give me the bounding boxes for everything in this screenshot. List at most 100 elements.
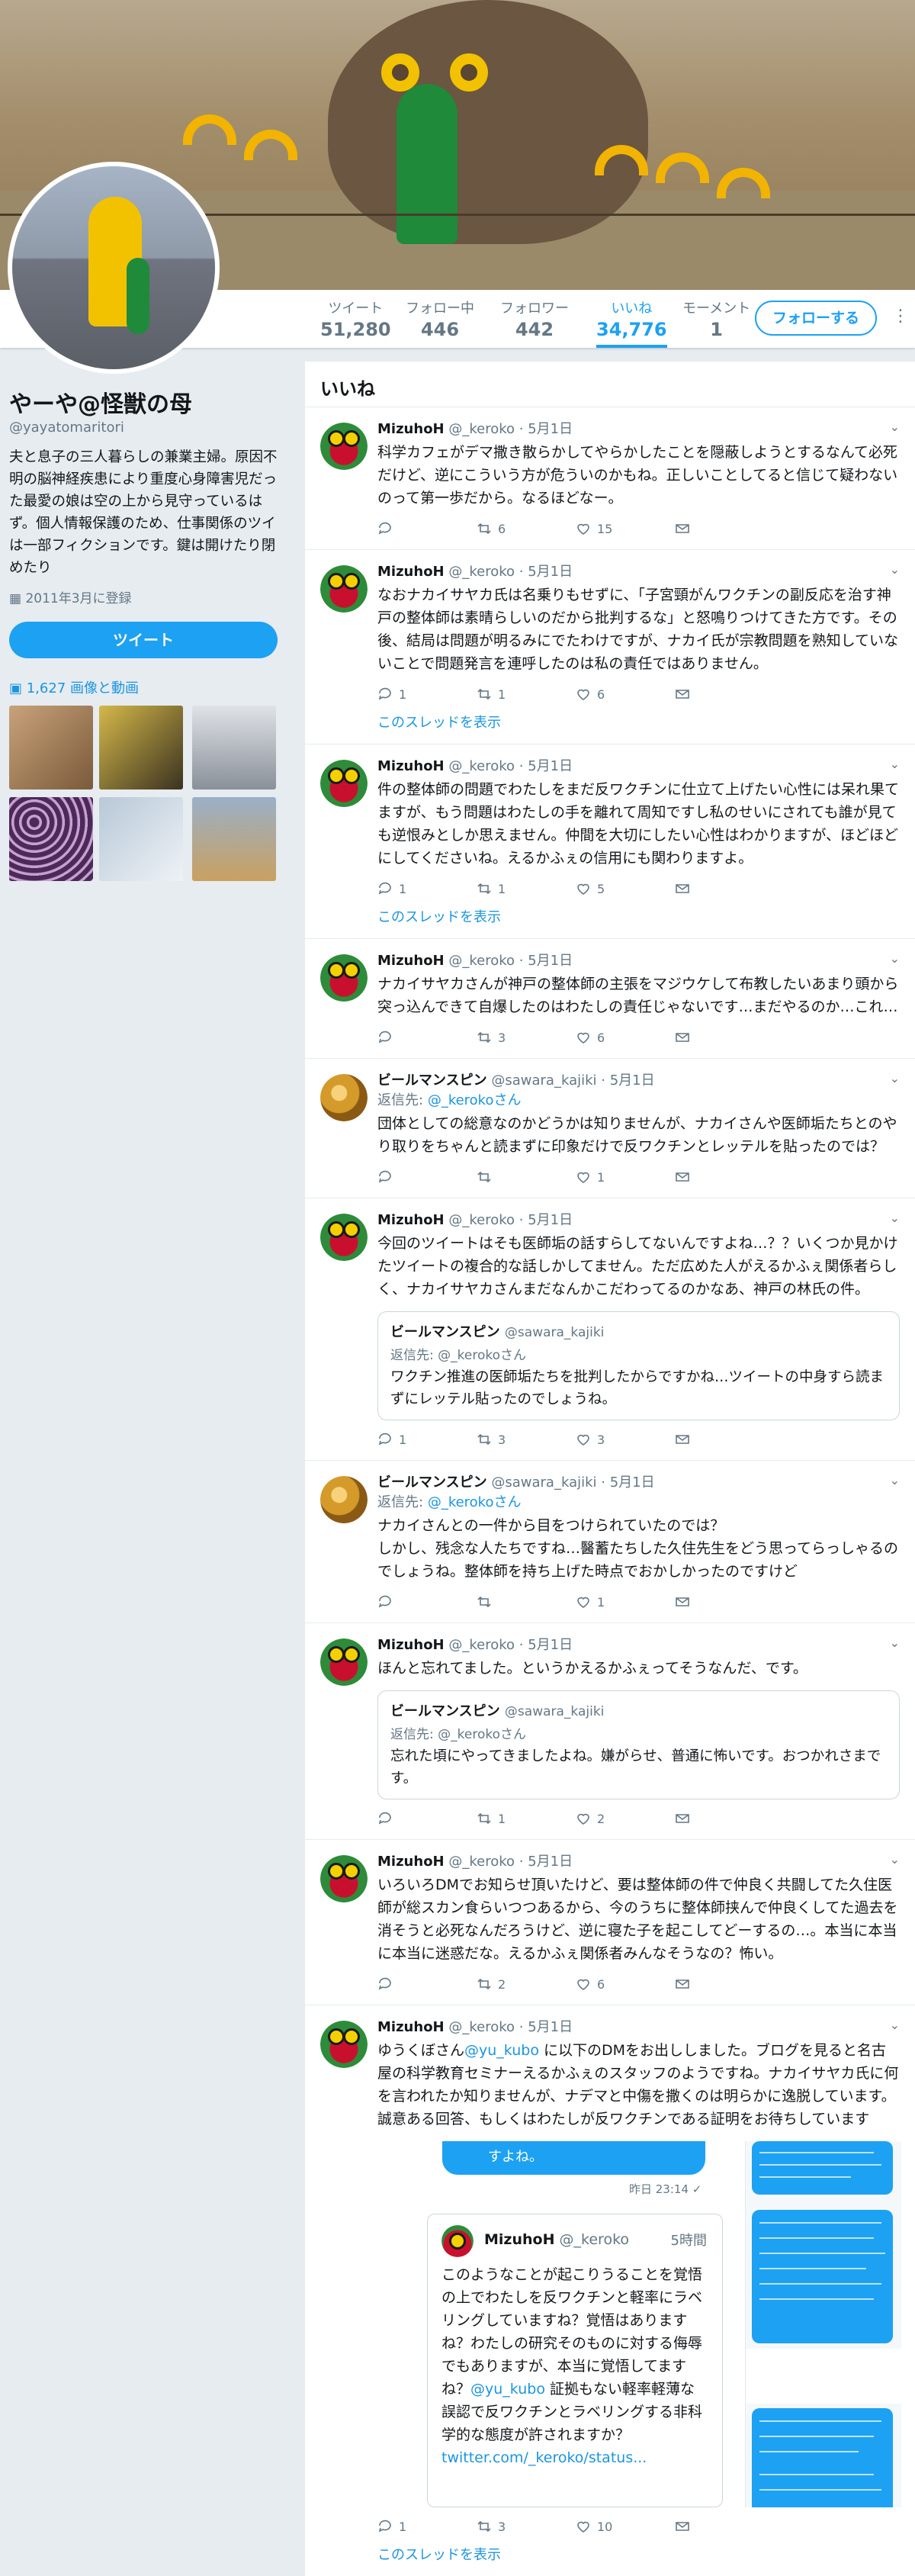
follow-button[interactable]: フォローする [755, 301, 877, 336]
tweet[interactable]: ⌄ MizuhoH @_keroko · 5月1日 件の整体師の問題でわたしをま… [305, 744, 915, 939]
mention-link[interactable]: @yu_kubo [464, 2042, 539, 2059]
tweet-date[interactable]: 5月1日 [528, 564, 573, 580]
dm-button[interactable] [675, 1810, 774, 1827]
retweet-button[interactable]: 1 [477, 1810, 576, 1827]
tweet-author-handle[interactable]: @_keroko [448, 421, 515, 437]
reply-to-link[interactable]: @_kerokoさん [428, 1494, 522, 1510]
tweet-author-handle[interactable]: @_keroko [448, 1212, 515, 1228]
tweet-date[interactable]: 5月1日 [528, 758, 573, 774]
tweet-date[interactable]: 5月1日 [528, 1212, 573, 1228]
retweet-button[interactable] [477, 1169, 576, 1185]
media-thumbnail[interactable] [99, 797, 183, 881]
media-thumbnail[interactable] [9, 797, 93, 881]
tweet-author-name[interactable]: MizuhoH [377, 2019, 445, 2035]
retweet-button[interactable]: 3 [477, 1029, 576, 1046]
tweet[interactable]: ⌄ MizuhoH @_keroko · 5月1日 いろいろDMでお知らせ頂いた… [305, 1840, 915, 2005]
tweet-author-handle[interactable]: @_keroko [448, 1854, 515, 1870]
retweet-button[interactable]: 6 [477, 520, 576, 537]
like-button[interactable]: 10 [576, 2518, 675, 2535]
tweet-date[interactable]: 5月1日 [528, 421, 573, 437]
profile-avatar[interactable] [8, 162, 220, 374]
media-thumbnail[interactable] [99, 706, 183, 790]
like-button[interactable]: 6 [576, 1029, 675, 1046]
tweet[interactable]: ⌄ MizuhoH @_keroko · 5月1日 科学カフェがデマ撒き散らかし… [305, 407, 915, 550]
avatar[interactable] [320, 423, 368, 470]
avatar[interactable] [320, 2021, 368, 2068]
avatar[interactable] [320, 1639, 368, 1686]
quoted-tweet[interactable]: ビールマンスピン @sawara_kajiki 返信先: @_kerokoさん … [377, 1690, 900, 1799]
chevron-down-icon[interactable]: ⌄ [890, 562, 900, 577]
tweet-author-handle[interactable]: @_keroko [448, 2019, 515, 2035]
avatar[interactable] [320, 1214, 368, 1261]
stat-moments[interactable]: モーメント 1 [682, 297, 750, 340]
tweet[interactable]: ⌄ MizuhoH @_keroko · 5月1日 ナカイサヤカさんが神戸の整体… [305, 939, 915, 1059]
retweet-button[interactable]: 3 [477, 2518, 576, 2535]
stat-following[interactable]: フォロー中 446 [406, 297, 474, 340]
like-button[interactable]: 6 [576, 686, 675, 703]
chevron-down-icon[interactable]: ⌄ [890, 1071, 900, 1085]
tweet-author-name[interactable]: MizuhoH [377, 1212, 445, 1228]
chevron-down-icon[interactable]: ⌄ [890, 2018, 900, 2032]
retweet-button[interactable]: 1 [477, 880, 576, 897]
tweet-author-name[interactable]: MizuhoH [377, 1637, 445, 1653]
dm-button[interactable] [675, 1976, 774, 1992]
retweet-button[interactable]: 1 [477, 686, 576, 703]
dm-button[interactable] [675, 880, 774, 897]
tweet-date[interactable]: 5月1日 [528, 953, 573, 969]
media-link[interactable]: ▣ 1,627 画像と動画 [9, 677, 139, 697]
tweet-author-name[interactable]: MizuhoH [377, 758, 445, 774]
like-button[interactable]: 1 [576, 1169, 675, 1185]
media-thumbnail[interactable] [192, 797, 276, 881]
tweet-author-name[interactable]: MizuhoH [377, 564, 445, 580]
reply-button[interactable] [377, 1810, 477, 1827]
tweet-author-name[interactable]: MizuhoH [377, 1854, 445, 1870]
more-options-icon[interactable]: ⋮ [892, 307, 909, 326]
avatar[interactable] [320, 760, 368, 807]
attached-screenshots[interactable]: すよね。 昨日 23:14 ✓ MizuhoH @_keroko 5時間 このよ… [377, 2141, 904, 2507]
stat-likes[interactable]: いいね 34,776 [596, 297, 667, 348]
tweet-author-name[interactable]: MizuhoH [377, 953, 445, 969]
reply-button[interactable] [377, 1029, 477, 1046]
tweet-author-handle[interactable]: @_keroko [448, 1637, 515, 1653]
chevron-down-icon[interactable]: ⌄ [890, 420, 900, 434]
tweet-author-handle[interactable]: @_keroko [448, 564, 515, 580]
chevron-down-icon[interactable]: ⌄ [890, 1211, 900, 1225]
profile-handle[interactable]: @yayatomaritori [9, 420, 124, 436]
media-thumbnail[interactable] [9, 706, 93, 790]
like-button[interactable]: 2 [576, 1810, 675, 1827]
dm-button[interactable] [675, 1169, 774, 1185]
tweet-author-handle[interactable]: @sawara_kajiki [491, 1073, 596, 1089]
avatar[interactable] [320, 954, 368, 1002]
avatar[interactable] [320, 565, 368, 613]
dm-button[interactable] [675, 2518, 774, 2535]
chevron-down-icon[interactable]: ⌄ [890, 1635, 900, 1650]
tweet[interactable]: ⌄ ビールマンスピン @sawara_kajiki · 5月1日 返信先: @_… [305, 1059, 915, 1198]
chevron-down-icon[interactable]: ⌄ [890, 1852, 900, 1867]
reply-button[interactable] [377, 1976, 477, 1992]
reply-button[interactable]: 1 [377, 2518, 477, 2535]
show-thread-link[interactable]: このスレッドを表示 [377, 712, 900, 732]
tweet-author-handle[interactable]: @_keroko [448, 953, 515, 969]
like-button[interactable]: 15 [576, 520, 675, 537]
show-thread-link[interactable]: このスレッドを表示 [377, 2544, 900, 2564]
show-thread-link[interactable]: このスレッドを表示 [377, 906, 900, 926]
tweet[interactable]: ⌄ ビールマンスピン @sawara_kajiki · 5月1日 返信先: @_… [305, 1461, 915, 1623]
stat-tweets[interactable]: ツイート 51,280 [320, 297, 391, 340]
media-thumbnail[interactable] [192, 706, 276, 790]
tweet-date[interactable]: 5月1日 [610, 1475, 655, 1491]
tweet-author-name[interactable]: ビールマンスピン [377, 1073, 487, 1089]
chevron-down-icon[interactable]: ⌄ [890, 951, 900, 966]
reply-button[interactable] [377, 1594, 477, 1610]
dm-button[interactable] [675, 520, 774, 537]
retweet-button[interactable]: 3 [477, 1431, 576, 1448]
tweet-date[interactable]: 5月1日 [528, 1637, 573, 1653]
like-button[interactable]: 1 [576, 1594, 675, 1610]
avatar[interactable] [320, 1476, 368, 1523]
tweet-author-handle[interactable]: @sawara_kajiki [491, 1475, 596, 1491]
dm-button[interactable] [675, 1594, 774, 1610]
avatar[interactable] [320, 1074, 368, 1121]
tweet-author-name[interactable]: ビールマンスピン [377, 1475, 487, 1491]
dm-button[interactable] [675, 1029, 774, 1046]
tweet-button[interactable]: ツイート [9, 622, 278, 658]
chevron-down-icon[interactable]: ⌄ [890, 1473, 900, 1487]
